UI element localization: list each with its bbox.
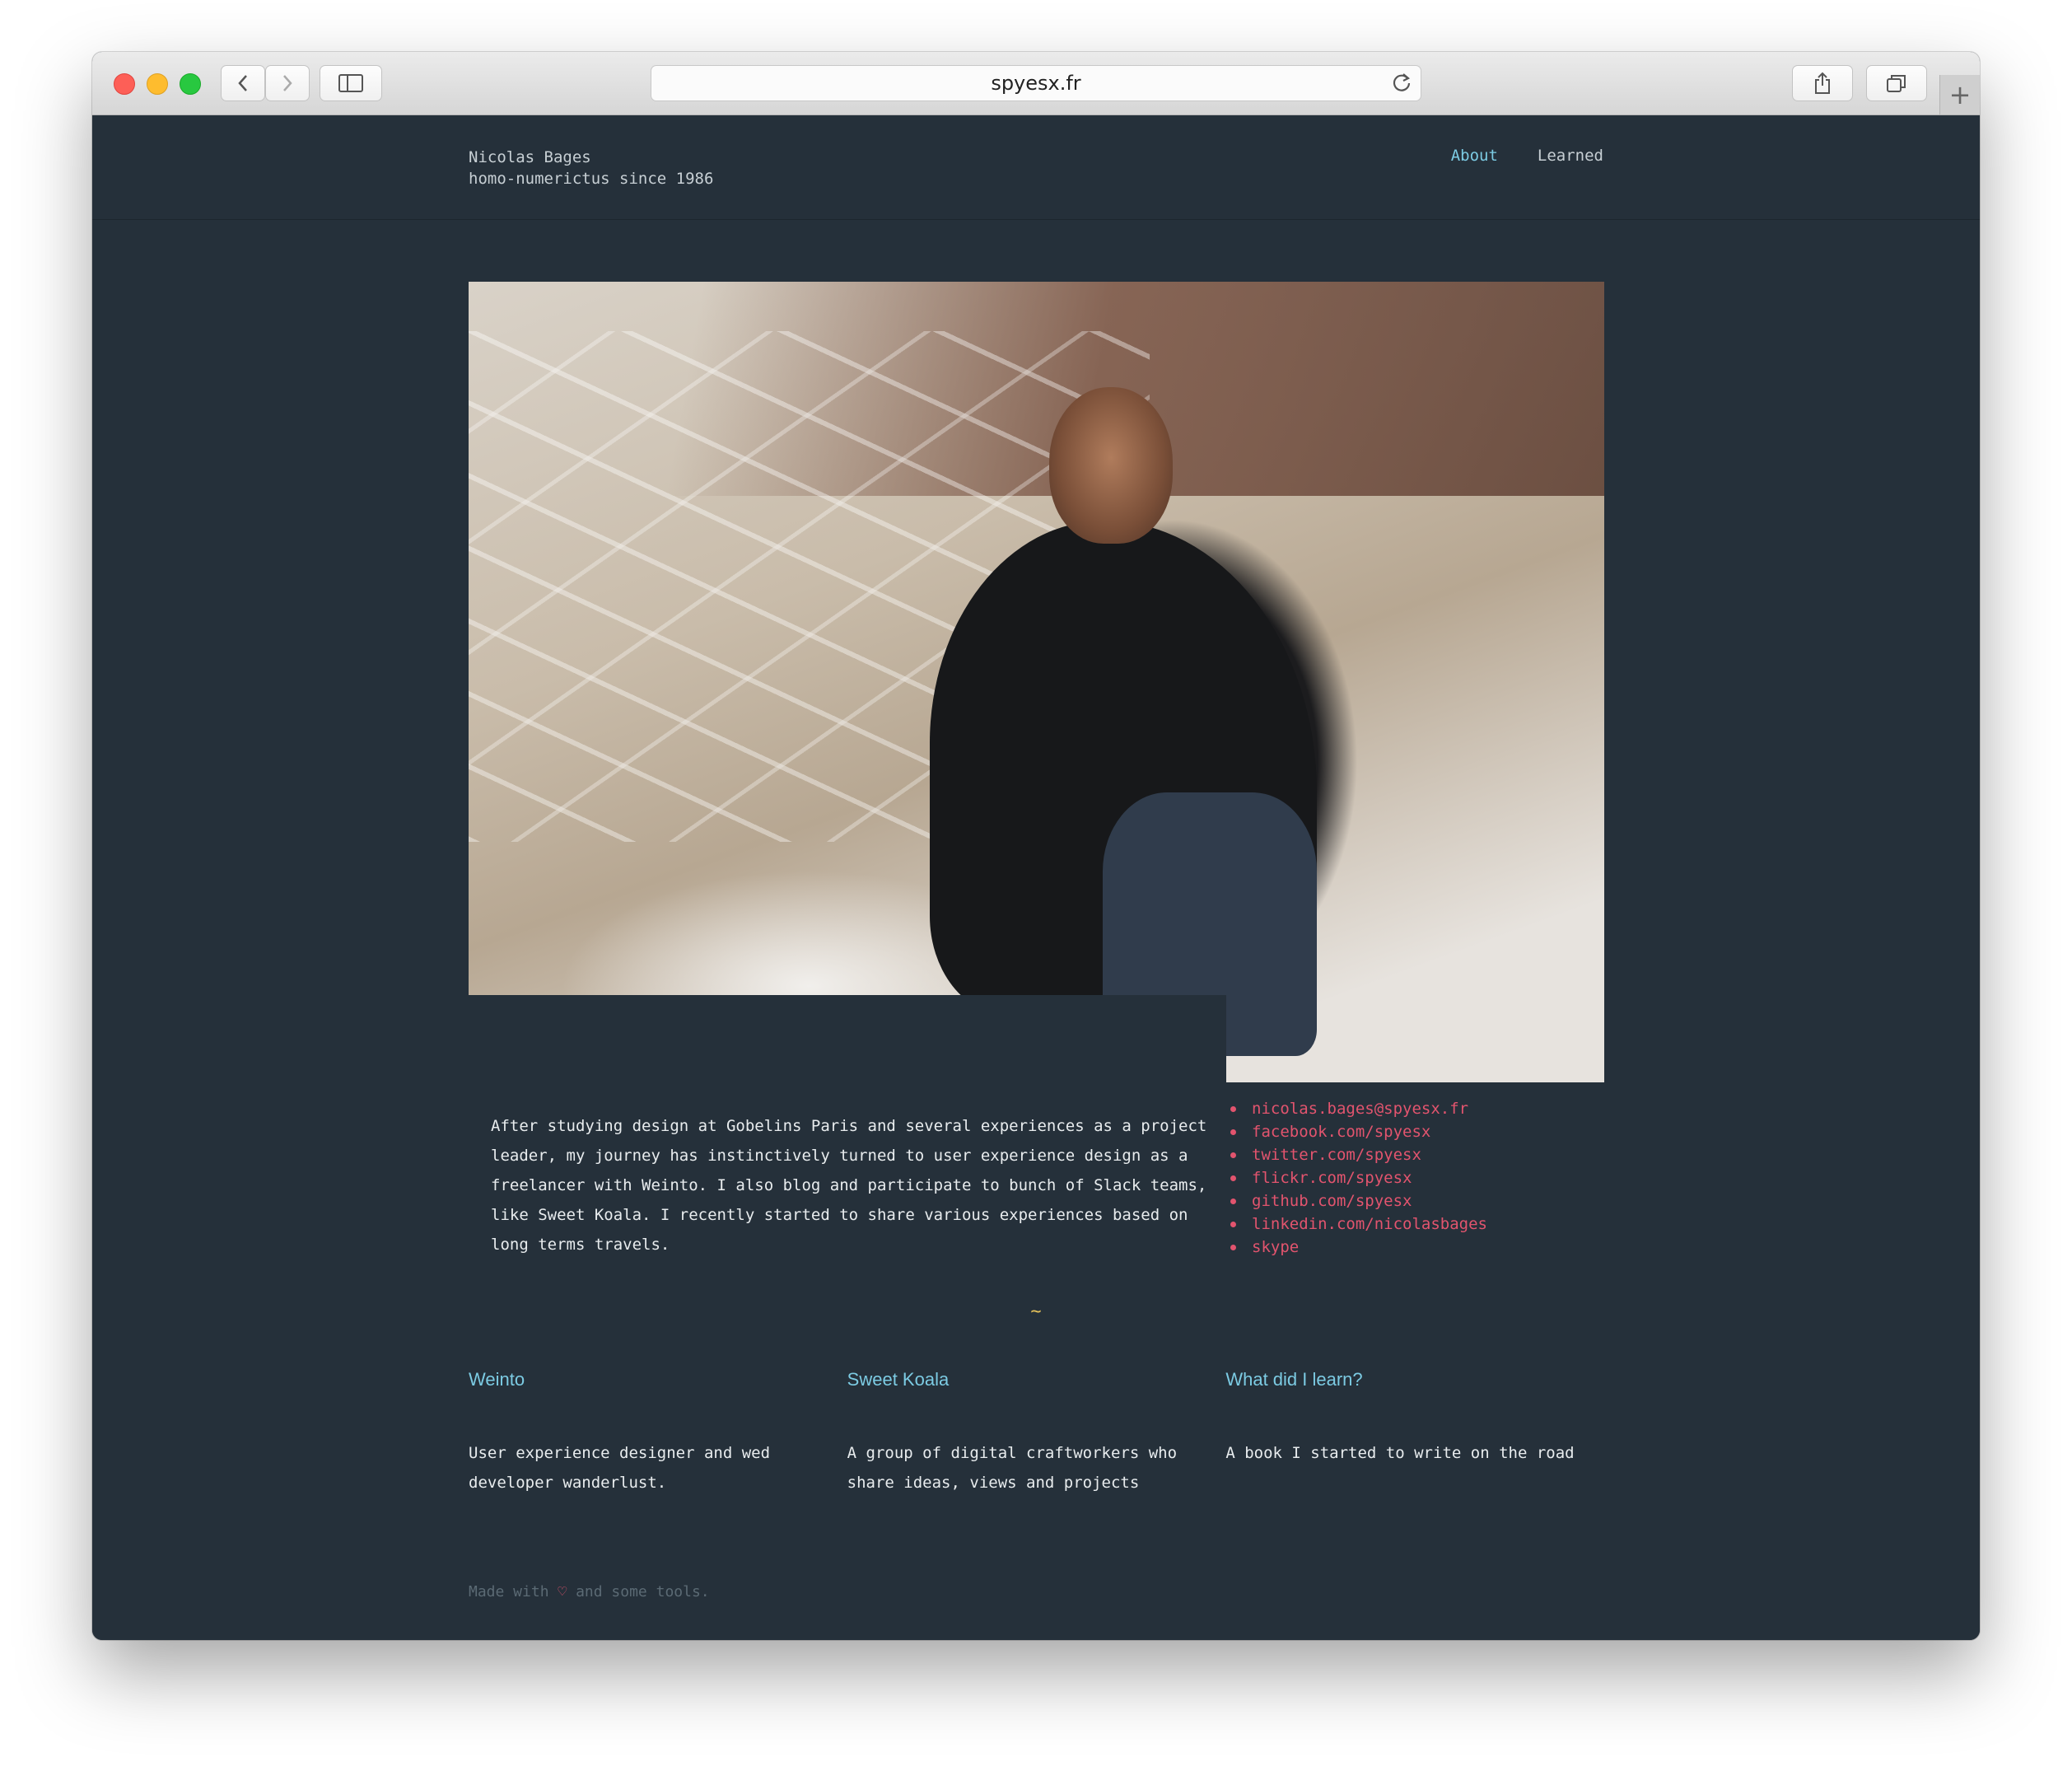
site-header: Nicolas Bages homo-numerictus since 1986… — [92, 115, 1980, 220]
list-item: nicolas.bages@spyesx.fr — [1229, 1097, 1487, 1120]
list-item: skype — [1229, 1236, 1487, 1259]
flickr-link[interactable]: flickr.com/spyesx — [1252, 1169, 1412, 1187]
photo-person-head — [1049, 387, 1173, 544]
web-page: Nicolas Bages homo-numerictus since 1986… — [92, 115, 1980, 1640]
skype-link[interactable]: skype — [1252, 1238, 1299, 1256]
project-title-weinto[interactable]: Weinto — [469, 1367, 847, 1392]
address-bar[interactable]: spyesx.fr — [651, 65, 1421, 101]
project-learned: What did I learn? A book I started to wr… — [1225, 1367, 1604, 1498]
back-button[interactable] — [221, 65, 265, 101]
twitter-link[interactable]: twitter.com/spyesx — [1252, 1146, 1421, 1164]
project-description-learned: A book I started to write on the road — [1225, 1444, 1575, 1462]
browser-toolbar: spyesx.fr + — [92, 52, 1980, 115]
projects-section: Weinto User experience designer and wed … — [469, 1367, 1604, 1498]
nav-item-learned[interactable]: Learned — [1538, 147, 1603, 165]
chevron-right-icon — [283, 75, 292, 91]
list-item: facebook.com/spyesx — [1229, 1120, 1487, 1143]
chevron-left-icon — [238, 75, 247, 91]
hero-photo — [469, 282, 1604, 1082]
list-item: github.com/spyesx — [1229, 1189, 1487, 1213]
list-item: linkedin.com/nicolasbages — [1229, 1213, 1487, 1236]
heart-icon: ♡ — [558, 1583, 567, 1600]
footer-text-before: Made with — [469, 1583, 549, 1600]
new-tab-button[interactable]: + — [1939, 75, 1980, 114]
tabs-overview-button[interactable] — [1866, 65, 1927, 101]
email-link[interactable]: nicolas.bages@spyesx.fr — [1252, 1100, 1468, 1118]
facebook-link[interactable]: facebook.com/spyesx — [1252, 1123, 1430, 1141]
social-links: nicolas.bages@spyesx.fr facebook.com/spy… — [1229, 1097, 1487, 1259]
zoom-window-button[interactable] — [180, 73, 201, 95]
site-name: Nicolas Bages — [469, 148, 591, 166]
share-icon — [1815, 72, 1830, 94]
linkedin-link[interactable]: linkedin.com/nicolasbages — [1252, 1215, 1487, 1233]
project-description-sweet-koala: A group of digital craftworkers who shar… — [847, 1444, 1178, 1492]
nav-item-about[interactable]: About — [1451, 147, 1498, 165]
project-weinto: Weinto User experience designer and wed … — [469, 1367, 847, 1498]
project-description-weinto: User experience designer and wed develop… — [469, 1444, 771, 1492]
github-link[interactable]: github.com/spyesx — [1252, 1192, 1412, 1210]
bio-panel — [469, 995, 1226, 1086]
main-nav: About Learned — [1451, 147, 1603, 165]
site-brand[interactable]: Nicolas Bages homo-numerictus since 1986 — [469, 147, 713, 189]
tabs-icon — [1887, 75, 1906, 92]
sidebar-toggle-button[interactable] — [320, 65, 382, 101]
project-title-learned[interactable]: What did I learn? — [1225, 1367, 1604, 1392]
plus-icon: + — [1948, 79, 1972, 110]
footer-text-after: and some tools. — [576, 1583, 710, 1600]
list-item: twitter.com/spyesx — [1229, 1143, 1487, 1166]
project-title-sweet-koala[interactable]: Sweet Koala — [847, 1367, 1226, 1392]
share-button[interactable] — [1792, 65, 1853, 101]
bio-text: After studying design at Gobelins Paris … — [491, 1117, 1207, 1254]
list-item: flickr.com/spyesx — [1229, 1166, 1487, 1189]
site-footer: Made with ♡ and some tools. — [469, 1583, 710, 1600]
address-text: spyesx.fr — [991, 72, 1081, 95]
forward-button[interactable] — [265, 65, 310, 101]
minimize-window-button[interactable] — [147, 73, 168, 95]
site-tagline: homo-numerictus since 1986 — [469, 170, 714, 188]
project-sweet-koala: Sweet Koala A group of digital craftwork… — [847, 1367, 1226, 1498]
reload-icon[interactable] — [1391, 72, 1412, 98]
browser-window: spyesx.fr + Nicolas Bages homo-numerictu… — [92, 52, 1980, 1640]
section-separator: ~ — [1030, 1301, 1042, 1322]
sidebar-icon — [338, 74, 363, 92]
close-window-button[interactable] — [114, 73, 135, 95]
